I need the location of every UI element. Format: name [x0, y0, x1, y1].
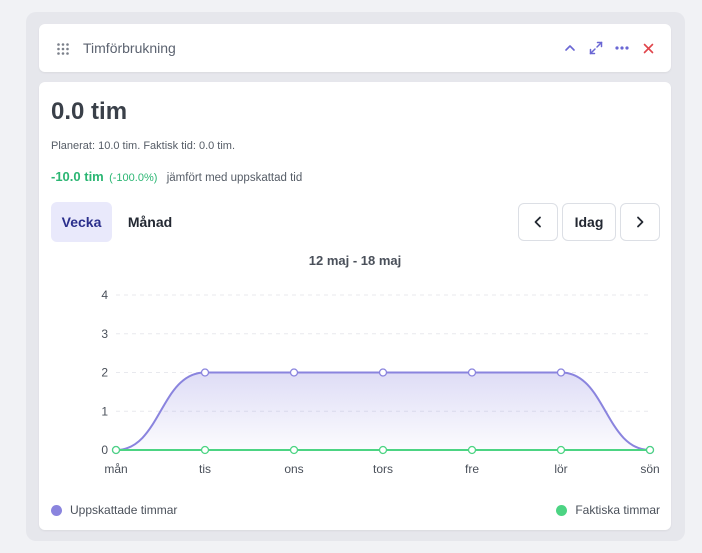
- actual-point[interactable]: [556, 445, 566, 455]
- y-tick-label: 2: [101, 366, 108, 380]
- close-button[interactable]: [638, 38, 658, 58]
- y-tick-label: 3: [101, 327, 108, 341]
- actual-point[interactable]: [200, 445, 210, 455]
- y-tick-label: 0: [101, 443, 108, 457]
- estimated-point[interactable]: [378, 368, 388, 377]
- actual-point[interactable]: [467, 445, 477, 455]
- expand-icon: [589, 41, 603, 55]
- estimated-point[interactable]: [289, 368, 299, 377]
- x-tick-label: sön: [640, 462, 659, 476]
- estimated-point[interactable]: [467, 368, 477, 377]
- more-button[interactable]: [612, 38, 632, 58]
- widget-title: Timförbrukning: [83, 40, 176, 56]
- chevron-up-icon: [565, 45, 575, 51]
- legend-estimated-label: Uppskattade timmar: [70, 503, 178, 517]
- estimated-point[interactable]: [556, 368, 566, 377]
- x-tick-label: tors: [373, 462, 393, 476]
- estimated-point[interactable]: [200, 368, 210, 377]
- widget-body: 0.0 tim Planerat: 10.0 tim. Faktisk tid:…: [39, 82, 671, 530]
- actual-point[interactable]: [111, 445, 121, 455]
- drag-handle-icon[interactable]: [57, 42, 69, 55]
- legend-estimated[interactable]: Uppskattade timmar: [51, 503, 177, 517]
- actual-point[interactable]: [645, 445, 655, 455]
- hours-chart: 0 1 2 3 4 mån tis ons tors fre lör sön: [101, 288, 659, 476]
- actual-point[interactable]: [378, 445, 388, 455]
- close-icon: [643, 43, 653, 53]
- legend-actual-label: Faktiska timmar: [575, 503, 660, 517]
- estimated-area: [116, 372, 650, 450]
- actual-point[interactable]: [289, 445, 299, 455]
- expand-button[interactable]: [586, 38, 606, 58]
- x-tick-label: lör: [554, 462, 567, 476]
- legend-estimated-swatch: [51, 504, 62, 516]
- x-tick-label: ons: [284, 462, 303, 476]
- y-tick-label: 1: [101, 404, 108, 418]
- legend-actual[interactable]: Faktiska timmar: [556, 503, 660, 517]
- legend-actual-swatch: [556, 504, 568, 516]
- more-icon: [615, 46, 629, 50]
- x-tick-label: fre: [465, 462, 479, 476]
- x-tick-label: tis: [199, 462, 211, 476]
- x-tick-label: mån: [104, 462, 127, 476]
- collapse-button[interactable]: [560, 38, 580, 58]
- y-tick-label: 4: [101, 288, 108, 302]
- widget-header: Timförbrukning: [39, 24, 671, 72]
